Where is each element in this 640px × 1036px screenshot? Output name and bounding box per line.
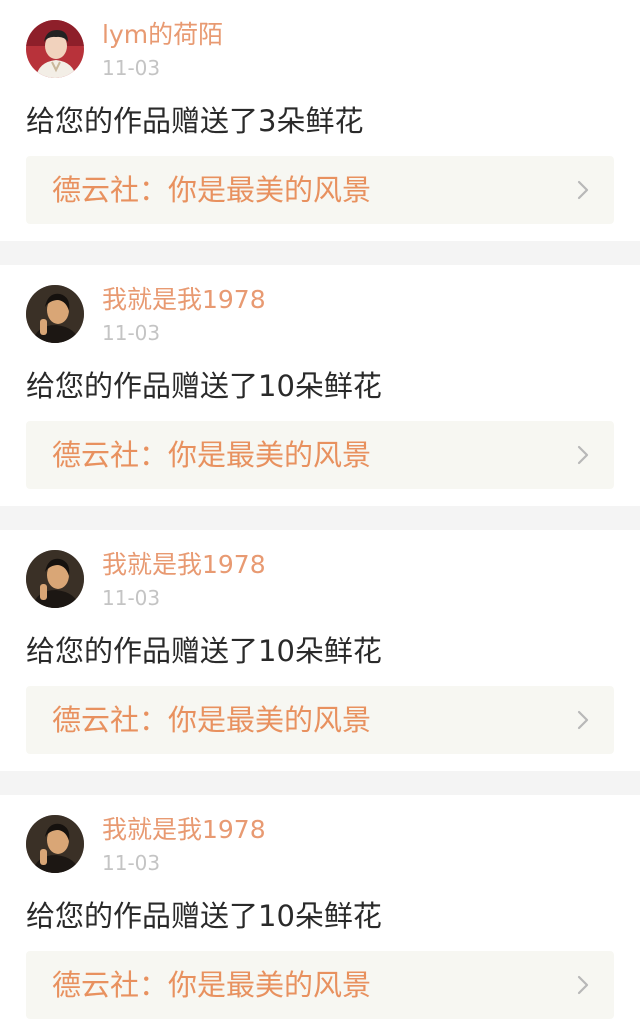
user-avatar[interactable] bbox=[26, 550, 84, 608]
timestamp: 11-03 bbox=[102, 851, 161, 875]
work-link[interactable]: 德云社：你是最美的风景 bbox=[26, 951, 614, 1019]
username[interactable]: 我就是我1978 bbox=[102, 813, 266, 847]
gift-message: 给您的作品赠送了10朵鲜花 bbox=[26, 369, 382, 403]
gift-message: 给您的作品赠送了3朵鲜花 bbox=[26, 104, 364, 138]
user-avatar[interactable] bbox=[26, 285, 84, 343]
work-title: 德云社：你是最美的风景 bbox=[52, 968, 372, 1002]
section-divider bbox=[0, 506, 640, 530]
work-title: 德云社：你是最美的风景 bbox=[52, 438, 372, 472]
work-link[interactable]: 德云社：你是最美的风景 bbox=[26, 156, 614, 224]
timestamp: 11-03 bbox=[102, 586, 161, 610]
gift-notification-feed: lym的荷陌 11-03 给您的作品赠送了3朵鲜花 德云社：你是最美的风景 我就… bbox=[0, 0, 640, 1036]
gift-message: 给您的作品赠送了10朵鲜花 bbox=[26, 634, 382, 668]
work-title: 德云社：你是最美的风景 bbox=[52, 173, 372, 207]
chevron-right-icon bbox=[576, 709, 590, 731]
timestamp: 11-03 bbox=[102, 321, 161, 345]
avatar-image bbox=[26, 815, 84, 873]
user-avatar[interactable] bbox=[26, 815, 84, 873]
avatar-image bbox=[26, 20, 84, 78]
chevron-right-icon bbox=[576, 444, 590, 466]
notification-card: 我就是我1978 11-03 给您的作品赠送了10朵鲜花 德云社：你是最美的风景 bbox=[0, 795, 640, 1036]
section-divider bbox=[0, 241, 640, 265]
avatar-image bbox=[26, 550, 84, 608]
chevron-right-icon bbox=[576, 974, 590, 996]
notification-card: 我就是我1978 11-03 给您的作品赠送了10朵鲜花 德云社：你是最美的风景 bbox=[0, 530, 640, 771]
username[interactable]: 我就是我1978 bbox=[102, 548, 266, 582]
work-link[interactable]: 德云社：你是最美的风景 bbox=[26, 421, 614, 489]
work-link[interactable]: 德云社：你是最美的风景 bbox=[26, 686, 614, 754]
username[interactable]: lym的荷陌 bbox=[102, 18, 223, 52]
gift-message: 给您的作品赠送了10朵鲜花 bbox=[26, 899, 382, 933]
work-title: 德云社：你是最美的风景 bbox=[52, 703, 372, 737]
username[interactable]: 我就是我1978 bbox=[102, 283, 266, 317]
notification-card: lym的荷陌 11-03 给您的作品赠送了3朵鲜花 德云社：你是最美的风景 bbox=[0, 0, 640, 241]
section-divider bbox=[0, 771, 640, 795]
user-avatar[interactable] bbox=[26, 20, 84, 78]
avatar-image bbox=[26, 285, 84, 343]
notification-card: 我就是我1978 11-03 给您的作品赠送了10朵鲜花 德云社：你是最美的风景 bbox=[0, 265, 640, 506]
chevron-right-icon bbox=[576, 179, 590, 201]
timestamp: 11-03 bbox=[102, 56, 161, 80]
